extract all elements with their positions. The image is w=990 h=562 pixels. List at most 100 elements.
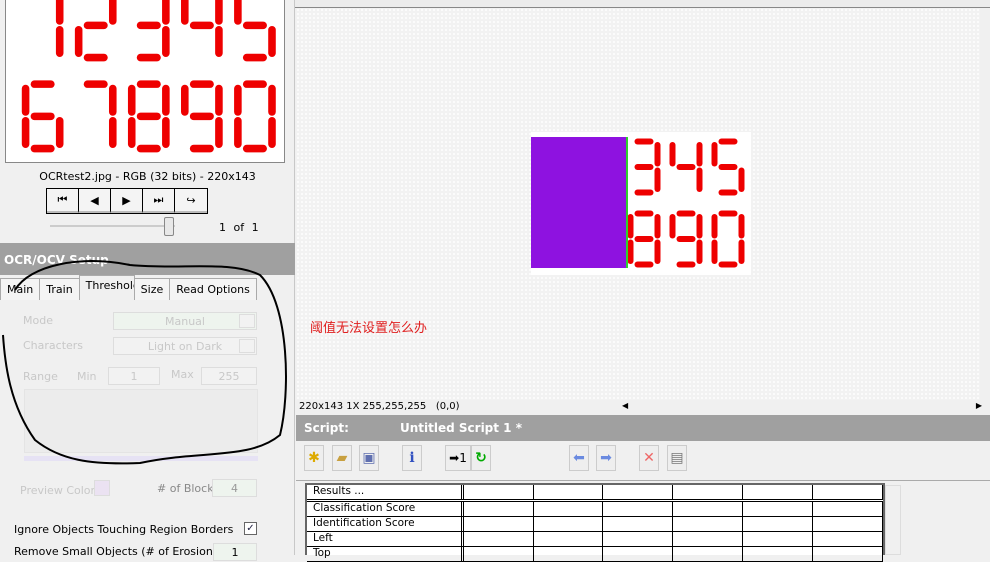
results-table: Results ... Classification Score Identif…: [305, 483, 885, 562]
digit-segment: [215, 0, 223, 25]
preview-color-label: Preview Color: [20, 484, 96, 497]
digit-segment: [738, 239, 745, 264]
digit-segment: [696, 239, 703, 264]
digit-segment: [181, 84, 189, 116]
digit-segment: [711, 142, 718, 167]
digit-segment: [234, 84, 242, 116]
digit-segment: [136, 144, 161, 153]
digit-segment: [215, 26, 223, 57]
digit-segment: [634, 210, 654, 217]
table-row[interactable]: Left: [307, 532, 883, 547]
digit-segment: [242, 80, 267, 88]
digit-segment: [215, 116, 223, 148]
table-row[interactable]: Identification Score: [307, 517, 883, 532]
digit-segment: [215, 84, 223, 116]
digit-segment: [718, 138, 738, 145]
digit-segment: [234, 116, 242, 148]
digit-segment: [718, 189, 738, 196]
digit-segment: [242, 21, 267, 30]
digit-segment: [676, 236, 696, 242]
script-header: Script: Untitled Script 1 *: [296, 415, 990, 441]
digit-segment: [654, 239, 661, 264]
digit-segment: [136, 21, 161, 30]
loop-button[interactable]: ↪: [175, 189, 207, 213]
canvas-vertical-scrollbar[interactable]: [980, 8, 990, 400]
digit-segment: [627, 214, 634, 239]
digit-segment: [21, 84, 30, 116]
digit-segment: [669, 142, 676, 167]
digit-segment: [634, 164, 654, 170]
digit-segment: [718, 210, 738, 217]
table-row[interactable]: Classification Score: [307, 502, 883, 517]
digit-segment: [738, 214, 745, 239]
ignore-objects-label: Ignore Objects Touching Region Borders: [14, 523, 234, 536]
delete-icon[interactable]: ✕: [639, 445, 659, 471]
new-script-icon[interactable]: ✱: [304, 445, 324, 471]
digit-segment: [55, 116, 64, 148]
info-icon[interactable]: i: [402, 445, 422, 471]
first-image-button[interactable]: ⏮: [47, 189, 79, 213]
scroll-right-icon[interactable]: ▶: [976, 401, 982, 410]
digit-segment: [55, 26, 64, 57]
cursor-coords: (0,0): [435, 401, 460, 412]
page-of: of: [233, 221, 245, 234]
digit-segment: [162, 26, 170, 57]
last-image-button[interactable]: ⏭: [143, 189, 175, 213]
digit-segment: [189, 80, 214, 88]
digit-segment: [74, 26, 83, 57]
next-image-button[interactable]: ▶: [111, 189, 143, 213]
arrow-right-icon[interactable]: ➡: [596, 445, 616, 471]
row-label: Identification Score: [307, 517, 464, 531]
digit-segment: [634, 236, 654, 242]
canvas-horizontal-scrollbar[interactable]: ◀ ▶: [622, 401, 982, 413]
digit-segment: [696, 167, 703, 192]
threshold-overlay-region[interactable]: [531, 137, 628, 268]
save-icon[interactable]: ▣: [359, 445, 379, 471]
digit-segment: [21, 116, 30, 148]
run-loop-icon[interactable]: ↻: [471, 445, 491, 471]
digit-segment: [136, 112, 161, 121]
digit-segment: [634, 189, 654, 196]
script-label: Script:: [304, 421, 349, 435]
digit-segment: [30, 80, 55, 88]
erosions-stepper[interactable]: 1: [213, 543, 257, 561]
digit-segment: [654, 142, 661, 167]
digit-segment: [718, 164, 738, 170]
open-folder-icon[interactable]: ▰: [332, 445, 352, 471]
run-one-step-button[interactable]: ➡1: [445, 445, 471, 471]
digit-segment: [83, 80, 108, 88]
digit-segment: [711, 214, 718, 239]
image-slider-track[interactable]: [50, 225, 175, 227]
image-info: 220x143 1X 255,255,255: [299, 401, 427, 412]
row-label: Left: [307, 532, 464, 546]
digit-segment: [654, 167, 661, 192]
image-slider-thumb[interactable]: [164, 217, 174, 236]
blocks-stepper[interactable]: 4: [212, 479, 257, 497]
digit-segment: [242, 53, 267, 62]
left-panel: OCRtest2.jpg - RGB (32 bits) - 220x143 ⏮…: [0, 0, 295, 561]
digit-segment: [718, 261, 738, 268]
blocks-label: # of Blocks: [157, 482, 220, 495]
script-toolbar: ✱ ▰ ▣ i ➡1 ↻ ⬅ ➡ ✕ ▤: [296, 441, 990, 481]
prev-image-button[interactable]: ◀: [79, 189, 111, 213]
ignore-objects-checkbox[interactable]: ✓: [244, 522, 257, 535]
digit-segment: [127, 116, 136, 148]
script-name: Untitled Script 1 *: [400, 421, 522, 435]
image-thumbnail[interactable]: [5, 0, 285, 163]
annotation-note: 阈值无法设置怎么办: [310, 321, 428, 336]
digit-segment: [711, 239, 718, 264]
results-scrollbar[interactable]: [885, 485, 901, 555]
digit-segment: [136, 80, 161, 88]
digit-segment: [676, 164, 696, 170]
image-navigation: ⏮ ◀ ▶ ⏭ ↪: [46, 188, 208, 214]
arrow-left-icon[interactable]: ⬅: [569, 445, 589, 471]
digit-segment: [268, 84, 276, 116]
digit-segment: [738, 167, 745, 192]
clipboard-icon[interactable]: ▤: [667, 445, 687, 471]
digit-segment: [242, 144, 267, 153]
page-total: 1: [251, 221, 259, 234]
digit-segment: [108, 0, 117, 25]
scroll-left-icon[interactable]: ◀: [622, 401, 628, 410]
digit-segment: [654, 214, 661, 239]
preview-color-swatch[interactable]: [94, 480, 110, 496]
